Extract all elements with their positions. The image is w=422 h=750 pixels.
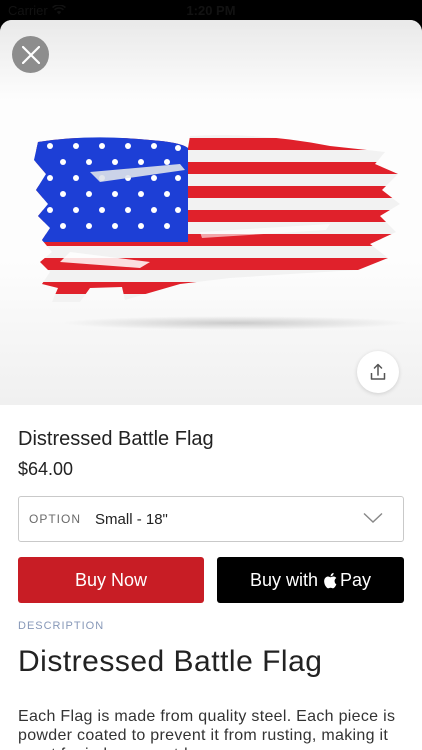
product-price: $64.00	[18, 459, 74, 479]
image-shadow	[60, 316, 410, 330]
share-button[interactable]	[357, 351, 399, 393]
apple-logo-icon	[323, 572, 337, 589]
flag-image	[34, 135, 400, 302]
option-label: OPTION	[29, 512, 82, 526]
status-bar: Carrier 1:20 PM	[0, 0, 422, 20]
apple-pay-suffix: Pay	[340, 569, 372, 590]
close-icon	[21, 45, 40, 64]
close-button[interactable]	[12, 36, 49, 73]
description-label: DESCRIPTION	[18, 620, 105, 632]
product-sheet: Distressed Battle Flag $64.00 OPTION Sma…	[0, 20, 422, 750]
description-body: Each Flag is made from quality steel. Ea…	[18, 708, 396, 750]
apple-pay-button[interactable]: Buy with Pay	[217, 557, 404, 603]
product-info: Distressed Battle Flag $64.00 OPTION Sma…	[0, 428, 422, 750]
option-value: Small - 18"	[95, 510, 168, 528]
product-title: Distressed Battle Flag	[18, 428, 214, 450]
description-heading: Distressed Battle Flag	[18, 645, 323, 678]
status-time: 1:20 PM	[186, 2, 236, 18]
chevron-down-icon	[363, 512, 383, 523]
product-image-area	[0, 20, 422, 405]
option-select[interactable]: OPTION Small - 18"	[18, 496, 404, 542]
share-icon	[370, 363, 386, 380]
buy-now-button[interactable]: Buy Now	[18, 557, 204, 603]
apple-pay-prefix: Buy with	[249, 569, 318, 590]
purchase-buttons: Buy Now Buy with Pay	[18, 557, 404, 603]
